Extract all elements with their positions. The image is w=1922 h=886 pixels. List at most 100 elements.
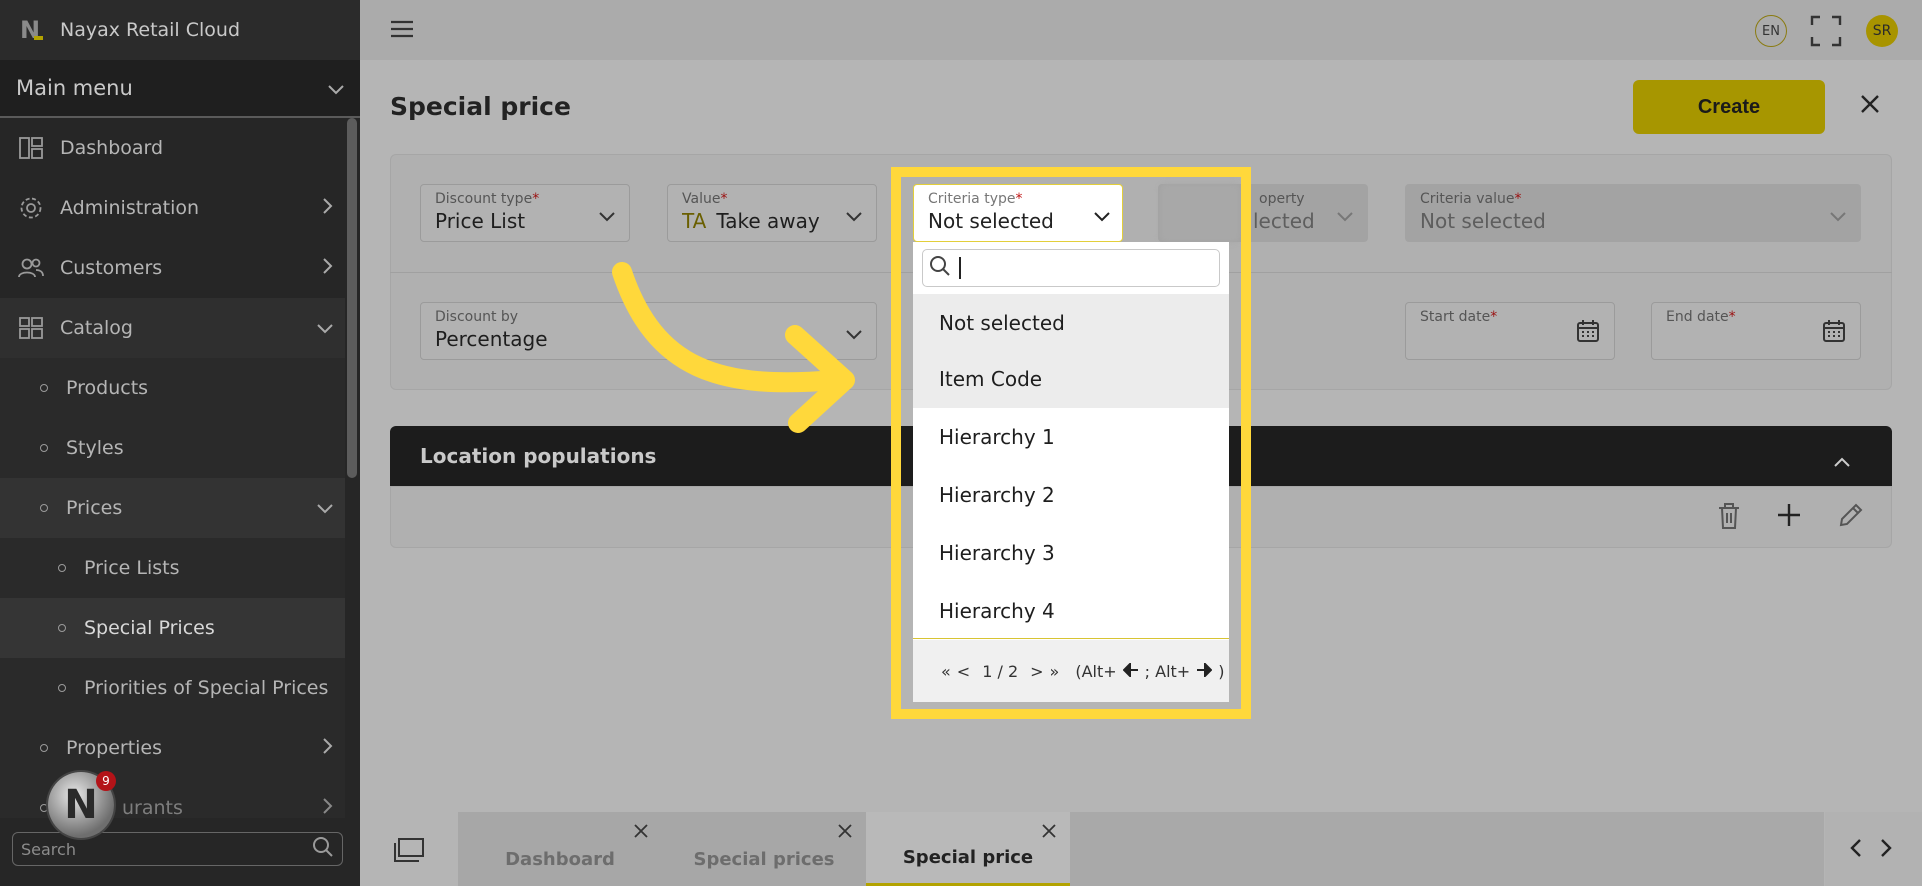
top-bar: EN SR [360,0,1922,60]
sidebar-item-administration[interactable]: Administration [0,178,345,238]
bullet-icon [40,744,48,752]
pencil-icon[interactable] [1838,502,1864,532]
dropdown-search-input[interactable] [922,249,1220,287]
create-button[interactable]: Create [1633,80,1825,134]
field-label: Discount type* [435,191,615,207]
sidebar-item-properties[interactable]: Properties [0,718,345,778]
chevron-down-icon [317,497,333,519]
criteria-value-label: Criteria value [1420,191,1515,207]
value-label: Value [682,191,721,207]
arrow-left-icon [1122,661,1139,681]
chevron-right-icon [323,737,333,759]
close-icon[interactable] [1042,822,1056,843]
required-marker: * [1514,191,1522,207]
discount-type-select[interactable]: Discount type* Price List [420,184,630,242]
sidebar-item-styles[interactable]: Styles [0,418,345,478]
start-date-field[interactable]: Start date* [1405,302,1615,360]
sidebar-search-input[interactable]: Search [12,832,343,866]
app-title: Nayax Retail Cloud [60,19,241,41]
page-title: Special price [390,92,571,121]
tab-label: Special prices [693,848,835,870]
bullet-icon [58,564,66,572]
pager-hint-open: (Alt+ [1075,661,1117,681]
tabs-overview-icon[interactable] [394,838,424,866]
nayax-logo-icon: N [20,18,44,42]
required-marker: * [1015,191,1023,207]
user-avatar[interactable]: SR [1866,15,1898,47]
sidebar-item-label: Priorities of Special Prices [84,677,329,699]
next-page-button[interactable]: > [1030,662,1043,681]
chevron-left-icon[interactable] [1850,838,1862,862]
text-caret [959,257,961,279]
start-date-label: Start date [1420,309,1491,325]
sidebar-scrollbar[interactable] [347,118,357,478]
chevron-down-icon [1830,207,1846,226]
dropdown-option-hierarchy-2[interactable]: Hierarchy 2 [913,466,1229,524]
end-date-label: End date [1666,309,1729,325]
value-prefix: TA [682,209,707,233]
first-page-button[interactable]: « [941,662,951,681]
tab-nav-area [1825,812,1922,886]
hamburger-menu-icon[interactable] [390,19,414,43]
chevron-down-icon [328,76,344,100]
bullet-icon [40,504,48,512]
chevron-down-icon [317,317,333,339]
dropdown-option-hierarchy-4[interactable]: Hierarchy 4 [913,582,1229,640]
sidebar-item-priorities-of-special-prices[interactable]: Priorities of Special Prices [0,658,345,718]
calendar-icon[interactable] [1822,319,1846,347]
close-icon[interactable] [634,822,648,843]
chevron-right-icon[interactable] [1880,838,1892,862]
tab-special-price[interactable]: Special price [866,812,1070,886]
catalog-grid-icon [18,316,44,340]
prev-page-button[interactable]: < [957,662,970,681]
pager-hint-close: ) [1218,661,1225,681]
close-icon[interactable] [1860,94,1880,118]
sidebar-item-catalog[interactable]: Catalog [0,298,345,358]
dropdown-option-hierarchy-1[interactable]: Hierarchy 1 [913,408,1229,466]
criteria-value-value: Not selected [1420,209,1546,233]
sidebar-item-label: Properties [66,737,163,759]
dropdown-option-not-selected[interactable]: Not selected [913,294,1229,352]
dashboard-icon [18,136,44,160]
value-field-value: TA Take away [682,209,862,233]
criteria-type-select[interactable]: Criteria type* Not selected [913,184,1123,242]
main-menu-toggle[interactable]: Main menu [0,60,360,118]
tab-special-prices[interactable]: Special prices [662,812,866,886]
chevron-right-icon [323,257,333,279]
trash-icon[interactable] [1717,502,1741,534]
calendar-icon[interactable] [1576,319,1600,347]
notification-badge: 9 [96,771,116,791]
close-icon[interactable] [838,822,852,843]
last-page-button[interactable]: » [1050,662,1060,681]
end-date-field[interactable]: End date* [1651,302,1861,360]
bullet-icon [40,444,48,452]
sidebar-item-dashboard[interactable]: Dashboard [0,118,345,178]
value-text: Take away [716,209,820,233]
sidebar-item-label: Products [66,377,149,399]
sidebar-item-label: Prices [66,497,123,519]
sidebar-item-prices[interactable]: Prices [0,478,345,538]
bullet-icon [40,384,48,392]
sidebar-item-special-prices[interactable]: Special Prices [0,598,345,658]
sidebar-item-customers[interactable]: Customers [0,238,345,298]
plus-icon[interactable] [1776,502,1802,532]
main-menu-label: Main menu [16,76,133,100]
language-selector[interactable]: EN [1755,15,1787,47]
chevron-up-icon[interactable] [1834,448,1850,472]
search-icon [312,836,334,862]
dropdown-option-item-code[interactable]: Item Code [913,350,1229,408]
criteria-type-label: Criteria type [928,191,1016,207]
users-icon [18,256,44,280]
required-marker: * [532,191,540,207]
value-select[interactable]: Value* TA Take away [667,184,877,242]
sidebar-item-products[interactable]: Products [0,358,345,418]
fullscreen-icon[interactable] [1810,15,1842,51]
chevron-down-icon [846,207,862,226]
chevron-down-icon [599,207,615,226]
bullet-icon [40,804,48,812]
criteria-value-select[interactable]: Criteria value* Not selected [1405,184,1861,242]
sidebar-item-price-lists[interactable]: Price Lists [0,538,345,598]
tab-dashboard[interactable]: Dashboard [458,812,662,886]
dropdown-option-hierarchy-3[interactable]: Hierarchy 3 [913,524,1229,582]
location-populations-title: Location populations [420,444,657,468]
